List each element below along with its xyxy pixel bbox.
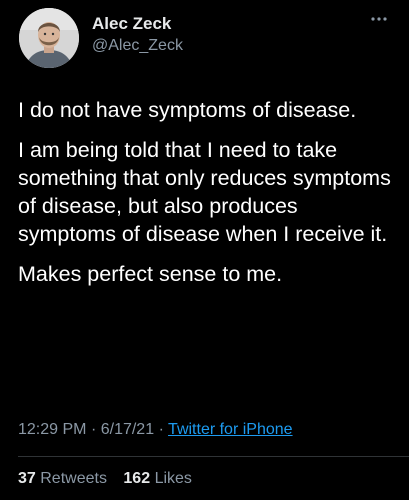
tweet-stats: 37 Retweets 162 Likes — [18, 470, 204, 488]
retweets-count: 37 — [18, 470, 36, 487]
tweet-source-link[interactable]: Twitter for iPhone — [168, 421, 293, 438]
tweet-paragraph: Makes perfect sense to me. — [18, 262, 283, 286]
tweet-paragraph: I am being told that I need to take some… — [18, 138, 391, 246]
display-name[interactable]: Alec Zeck — [92, 14, 171, 34]
avatar[interactable] — [19, 8, 79, 68]
more-horizontal-icon[interactable] — [371, 16, 387, 22]
tweet-card: Alec Zeck @Alec_Zeck I do not have sympt… — [0, 0, 409, 500]
likes-label: Likes — [154, 470, 192, 487]
tweet-time[interactable]: 12:29 PM — [18, 421, 86, 438]
divider — [18, 456, 409, 457]
tweet-text: I do not have symptoms of disease. I am … — [18, 96, 398, 300]
retweets-label: Retweets — [40, 470, 107, 487]
user-handle[interactable]: @Alec_Zeck — [92, 37, 183, 55]
tweet-date[interactable]: 6/17/21 — [101, 421, 154, 438]
likes-stat[interactable]: 162 Likes — [123, 470, 192, 488]
meta-separator: · — [158, 421, 164, 438]
retweets-stat[interactable]: 37 Retweets — [18, 470, 107, 488]
likes-count: 162 — [123, 470, 151, 487]
tweet-meta: 12:29 PM · 6/17/21 · Twitter for iPhone — [18, 421, 293, 439]
meta-separator: · — [90, 421, 97, 438]
avatar-image — [19, 8, 79, 68]
tweet-paragraph: I do not have symptoms of disease. — [18, 98, 357, 122]
